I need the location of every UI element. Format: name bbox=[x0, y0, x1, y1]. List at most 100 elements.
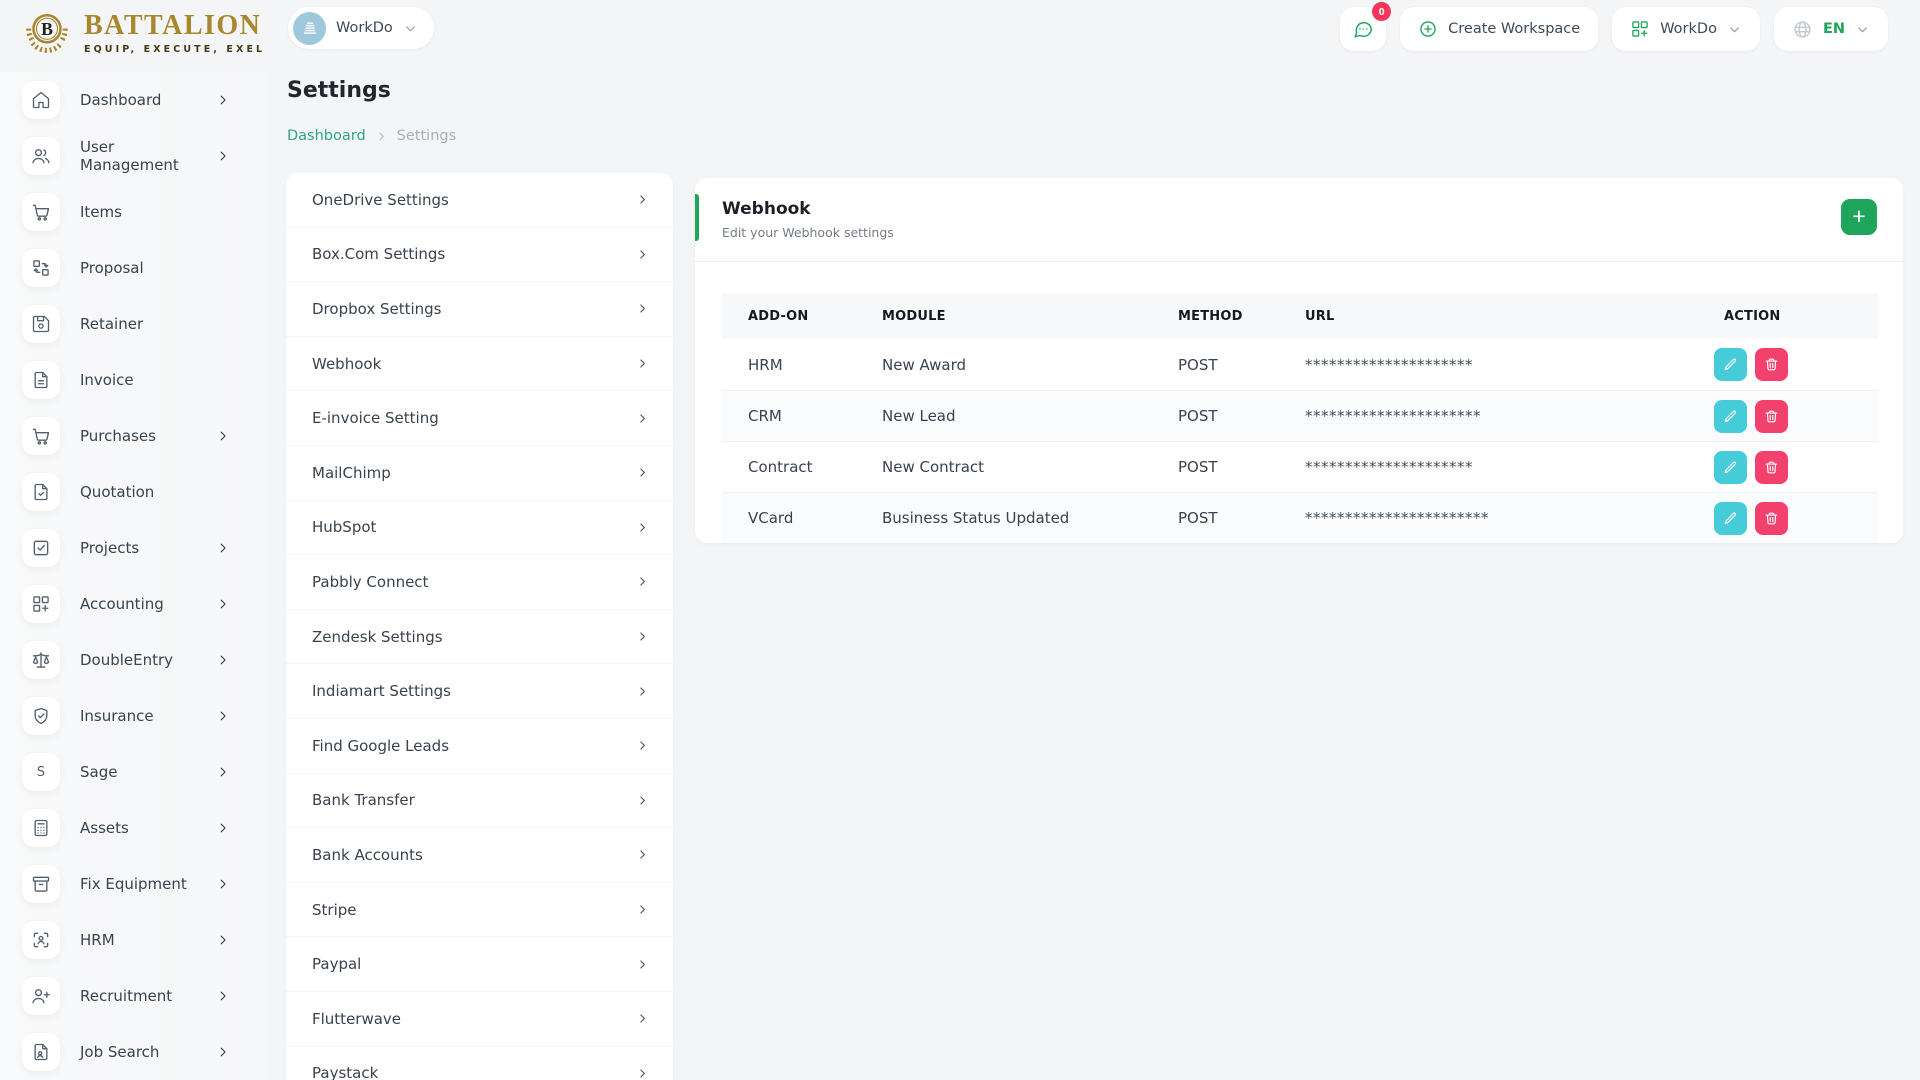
chevron-down-icon bbox=[1727, 22, 1742, 37]
shield-check-icon bbox=[22, 697, 60, 735]
chevron-right-icon bbox=[636, 685, 649, 698]
cell-actions bbox=[1698, 451, 1878, 484]
edit-button[interactable] bbox=[1714, 400, 1747, 433]
settings-menu-item-e-invoice-setting[interactable]: E-invoice Setting bbox=[286, 391, 673, 446]
breadcrumb-dashboard-link[interactable]: Dashboard bbox=[287, 128, 366, 144]
sidebar-item-recruitment[interactable]: Recruitment bbox=[22, 968, 266, 1024]
edit-button[interactable] bbox=[1714, 451, 1747, 484]
sidebar-item-quotation[interactable]: Quotation bbox=[22, 464, 266, 520]
settings-menu-item-flutterwave[interactable]: Flutterwave bbox=[286, 992, 673, 1047]
building-icon bbox=[293, 12, 326, 45]
sidebar-item-label: Purchases bbox=[80, 427, 156, 445]
settings-menu-item-onedrive-settings[interactable]: OneDrive Settings bbox=[286, 173, 673, 228]
column-header-action: ACTION bbox=[1698, 309, 1878, 324]
file-check-icon bbox=[22, 473, 60, 511]
settings-menu-item-dropbox-settings[interactable]: Dropbox Settings bbox=[286, 282, 673, 337]
sidebar-item-label: DoubleEntry bbox=[80, 651, 173, 669]
create-workspace-button[interactable]: Create Workspace bbox=[1400, 7, 1598, 51]
settings-menu-item-bank-accounts[interactable]: Bank Accounts bbox=[286, 828, 673, 883]
table-row: HRM New Award POST ********************* bbox=[722, 339, 1878, 390]
cell-addon: CRM bbox=[722, 407, 856, 425]
sidebar-item-sage[interactable]: S Sage bbox=[22, 744, 266, 800]
brand-name: BATTALION bbox=[84, 12, 265, 40]
settings-menu-item-zendesk-settings[interactable]: Zendesk Settings bbox=[286, 610, 673, 665]
edit-button[interactable] bbox=[1714, 502, 1747, 535]
chevron-right-icon bbox=[636, 575, 649, 588]
settings-menu-item-pabbly-connect[interactable]: Pabbly Connect bbox=[286, 555, 673, 610]
chevron-right-icon bbox=[636, 794, 649, 807]
svg-text:B: B bbox=[41, 19, 53, 39]
save-icon bbox=[22, 305, 60, 343]
settings-menu-item-mailchimp[interactable]: MailChimp bbox=[286, 446, 673, 501]
delete-button[interactable] bbox=[1755, 451, 1788, 484]
workspace-name: WorkDo bbox=[336, 20, 393, 36]
settings-menu-item-box-com-settings[interactable]: Box.Com Settings bbox=[286, 228, 673, 283]
file-user-icon bbox=[22, 1033, 60, 1071]
cell-method: POST bbox=[1152, 356, 1279, 374]
settings-menu-item-bank-transfer[interactable]: Bank Transfer bbox=[286, 774, 673, 829]
brand-tagline: EQUIP, EXECUTE, EXEL bbox=[84, 44, 265, 55]
delete-button[interactable] bbox=[1755, 502, 1788, 535]
sidebar-item-label: Invoice bbox=[80, 371, 134, 389]
brand-logo[interactable]: B BATTALION EQUIP, EXECUTE, EXEL bbox=[20, 6, 265, 60]
settings-menu-item-label: E-invoice Setting bbox=[312, 409, 439, 427]
settings-menu-item-indiamart-settings[interactable]: Indiamart Settings bbox=[286, 664, 673, 719]
sidebar-item-label: Fix Equipment bbox=[80, 875, 187, 893]
sidebar-item-insurance[interactable]: Insurance bbox=[22, 688, 266, 744]
settings-menu-item-webhook[interactable]: Webhook bbox=[286, 337, 673, 392]
table-row: Contract New Contract POST *************… bbox=[722, 441, 1878, 492]
breadcrumb-current: Settings bbox=[397, 128, 456, 144]
chevron-right-icon bbox=[216, 989, 230, 1003]
message-icon bbox=[1352, 18, 1374, 40]
webhook-header: Webhook Edit your Webhook settings + bbox=[695, 178, 1903, 262]
language-label: EN bbox=[1823, 21, 1845, 37]
edit-button[interactable] bbox=[1714, 348, 1747, 381]
sidebar-item-assets[interactable]: Assets bbox=[22, 800, 266, 856]
sidebar-item-label: Insurance bbox=[80, 707, 154, 725]
cell-url-masked: ********************* bbox=[1279, 356, 1698, 374]
settings-menu-item-paystack[interactable]: Paystack bbox=[286, 1047, 673, 1080]
webhook-card: Webhook Edit your Webhook settings + ADD… bbox=[695, 178, 1903, 543]
workspace-selector[interactable]: WorkDo bbox=[288, 7, 434, 49]
settings-menu-item-hubspot[interactable]: HubSpot bbox=[286, 501, 673, 556]
chevron-right-icon bbox=[375, 130, 388, 143]
sidebar-item-accounting[interactable]: Accounting bbox=[22, 576, 266, 632]
chevron-right-icon bbox=[636, 412, 649, 425]
chevron-right-icon bbox=[636, 739, 649, 752]
sidebar-item-dashboard[interactable]: Dashboard bbox=[22, 72, 266, 128]
sidebar-item-doubleentry[interactable]: DoubleEntry bbox=[22, 632, 266, 688]
sidebar-item-proposal[interactable]: Proposal bbox=[22, 240, 266, 296]
messages-button[interactable]: 0 bbox=[1340, 7, 1386, 51]
settings-menu-item-paypal[interactable]: Paypal bbox=[286, 937, 673, 992]
sidebar-item-items[interactable]: Items bbox=[22, 184, 266, 240]
archive-icon bbox=[22, 865, 60, 903]
sidebar-item-hrm[interactable]: HRM bbox=[22, 912, 266, 968]
sidebar-item-fix-equipment[interactable]: Fix Equipment bbox=[22, 856, 266, 912]
delete-button[interactable] bbox=[1755, 400, 1788, 433]
workspace-switcher[interactable]: WorkDo bbox=[1612, 7, 1760, 51]
sidebar-item-job-search[interactable]: Job Search bbox=[22, 1024, 266, 1080]
column-header-add-on: ADD-ON bbox=[722, 309, 856, 324]
chevron-right-icon bbox=[216, 765, 230, 779]
chevron-right-icon bbox=[636, 248, 649, 261]
settings-menu-item-find-google-leads[interactable]: Find Google Leads bbox=[286, 719, 673, 774]
user-plus-icon bbox=[22, 977, 60, 1015]
sidebar-item-label: User Management bbox=[80, 138, 216, 174]
chevron-right-icon bbox=[216, 597, 230, 611]
cell-module: New Award bbox=[856, 356, 1152, 374]
sidebar-item-user-management[interactable]: User Management bbox=[22, 128, 266, 184]
user-scan-icon bbox=[22, 921, 60, 959]
chevron-right-icon bbox=[636, 958, 649, 971]
chevron-down-icon bbox=[403, 21, 418, 36]
settings-menu-item-stripe[interactable]: Stripe bbox=[286, 883, 673, 938]
language-selector[interactable]: EN bbox=[1774, 7, 1888, 51]
chevron-right-icon bbox=[636, 302, 649, 315]
sidebar-item-purchases[interactable]: Purchases bbox=[22, 408, 266, 464]
sidebar-item-retainer[interactable]: Retainer bbox=[22, 296, 266, 352]
sidebar-item-projects[interactable]: Projects bbox=[22, 520, 266, 576]
webhook-subtitle: Edit your Webhook settings bbox=[722, 225, 1877, 240]
delete-button[interactable] bbox=[1755, 348, 1788, 381]
sidebar-item-label: Items bbox=[80, 203, 122, 221]
sidebar-item-invoice[interactable]: Invoice bbox=[22, 352, 266, 408]
add-webhook-button[interactable]: + bbox=[1841, 199, 1877, 235]
